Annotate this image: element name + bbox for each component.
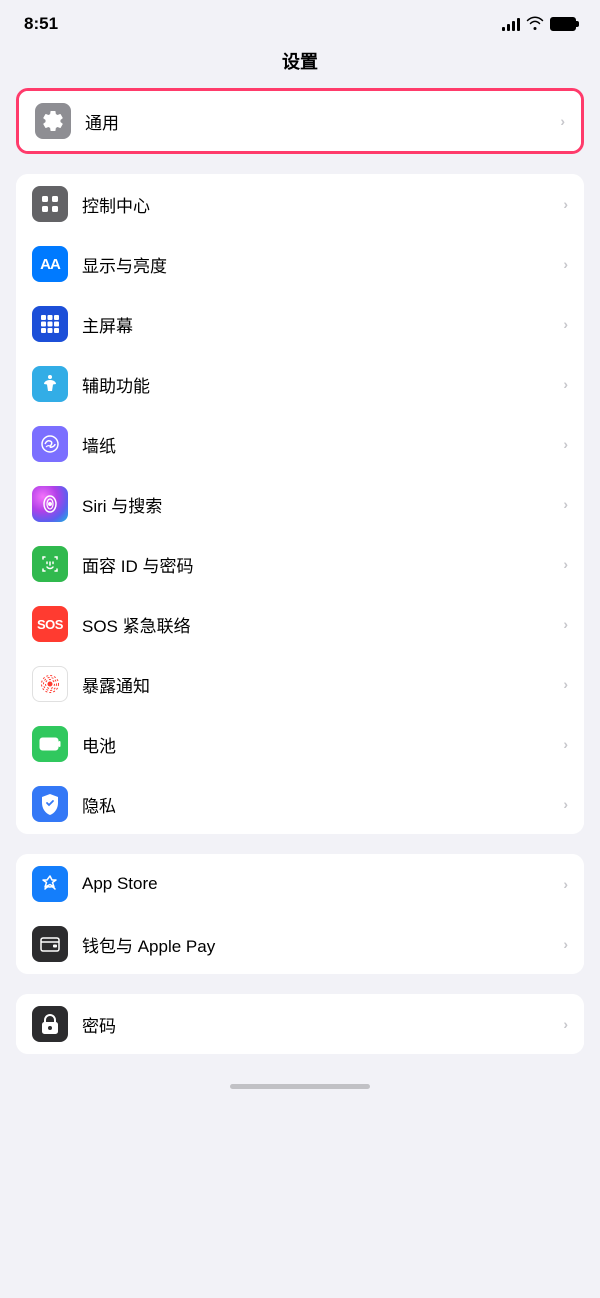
row-exposure[interactable]: 暴露通知 › — [16, 654, 584, 714]
control-center-icon — [32, 186, 68, 222]
exposure-icon — [32, 666, 68, 702]
sos-label: SOS 紧急联络 — [82, 612, 563, 637]
appstore-icon — [32, 866, 68, 902]
password-label: 密码 — [82, 1012, 563, 1037]
wallet-chevron: › — [563, 936, 568, 952]
row-siri[interactable]: Siri 与搜索 › — [16, 474, 584, 534]
row-wallet[interactable]: 钱包与 Apple Pay › — [16, 914, 584, 974]
row-home-screen[interactable]: 主屏幕 › — [16, 294, 584, 354]
settings-section-general: 通用 › — [16, 88, 584, 154]
sos-icon: SOS — [32, 606, 68, 642]
display-icon: AA — [32, 246, 68, 282]
faceid-label: 面容 ID 与密码 — [82, 552, 563, 577]
display-chevron: › — [563, 256, 568, 272]
faceid-icon — [32, 546, 68, 582]
siri-icon — [32, 486, 68, 522]
row-faceid[interactable]: 面容 ID 与密码 › — [16, 534, 584, 594]
password-chevron: › — [563, 1016, 568, 1032]
settings-section-main: 控制中心 › AA 显示与亮度 › 主屏幕 › — [16, 174, 584, 834]
display-label: 显示与亮度 — [82, 252, 563, 277]
settings-section-apps: App Store › 钱包与 Apple Pay › — [16, 854, 584, 974]
status-time: 8:51 — [24, 14, 58, 34]
faceid-chevron: › — [563, 556, 568, 572]
row-sos[interactable]: SOS SOS 紧急联络 › — [16, 594, 584, 654]
signal-icon — [502, 17, 520, 31]
row-control-center[interactable]: 控制中心 › — [16, 174, 584, 234]
sos-chevron: › — [563, 616, 568, 632]
row-wallpaper[interactable]: 墙纸 › — [16, 414, 584, 474]
general-chevron: › — [560, 113, 565, 129]
privacy-chevron: › — [563, 796, 568, 812]
privacy-label: 隐私 — [82, 792, 563, 817]
home-screen-label: 主屏幕 — [82, 312, 563, 337]
accessibility-chevron: › — [563, 376, 568, 392]
settings-section-password: 密码 › — [16, 994, 584, 1054]
accessibility-icon — [32, 366, 68, 402]
wallet-icon — [32, 926, 68, 962]
general-label: 通用 — [85, 109, 560, 134]
wallet-label: 钱包与 Apple Pay — [82, 932, 563, 957]
status-bar: 8:51 — [0, 0, 600, 40]
control-center-label: 控制中心 — [82, 192, 563, 217]
exposure-chevron: › — [563, 676, 568, 692]
battery-row-icon — [32, 726, 68, 762]
row-battery[interactable]: 电池 › — [16, 714, 584, 774]
row-privacy[interactable]: 隐私 › — [16, 774, 584, 834]
appstore-label: App Store — [82, 874, 563, 894]
appstore-chevron: › — [563, 876, 568, 892]
wallpaper-icon — [32, 426, 68, 462]
page-title: 设置 — [0, 40, 600, 88]
privacy-icon — [32, 786, 68, 822]
wifi-icon — [526, 16, 544, 33]
row-password[interactable]: 密码 › — [16, 994, 584, 1054]
row-accessibility[interactable]: 辅助功能 › — [16, 354, 584, 414]
password-icon — [32, 1006, 68, 1042]
home-screen-chevron: › — [563, 316, 568, 332]
siri-chevron: › — [563, 496, 568, 512]
home-indicator-bar — [230, 1084, 370, 1089]
battery-chevron: › — [563, 736, 568, 752]
home-screen-icon — [32, 306, 68, 342]
exposure-label: 暴露通知 — [82, 672, 563, 697]
status-icons — [502, 16, 576, 33]
control-center-chevron: › — [563, 196, 568, 212]
accessibility-label: 辅助功能 — [82, 372, 563, 397]
siri-label: Siri 与搜索 — [82, 492, 563, 517]
home-indicator — [0, 1074, 600, 1097]
wallpaper-label: 墙纸 — [82, 432, 563, 457]
wallpaper-chevron: › — [563, 436, 568, 452]
row-appstore[interactable]: App Store › — [16, 854, 584, 914]
row-general[interactable]: 通用 › — [19, 91, 581, 151]
row-display[interactable]: AA 显示与亮度 › — [16, 234, 584, 294]
battery-label: 电池 — [82, 732, 563, 757]
general-icon — [35, 103, 71, 139]
battery-icon — [550, 17, 576, 31]
